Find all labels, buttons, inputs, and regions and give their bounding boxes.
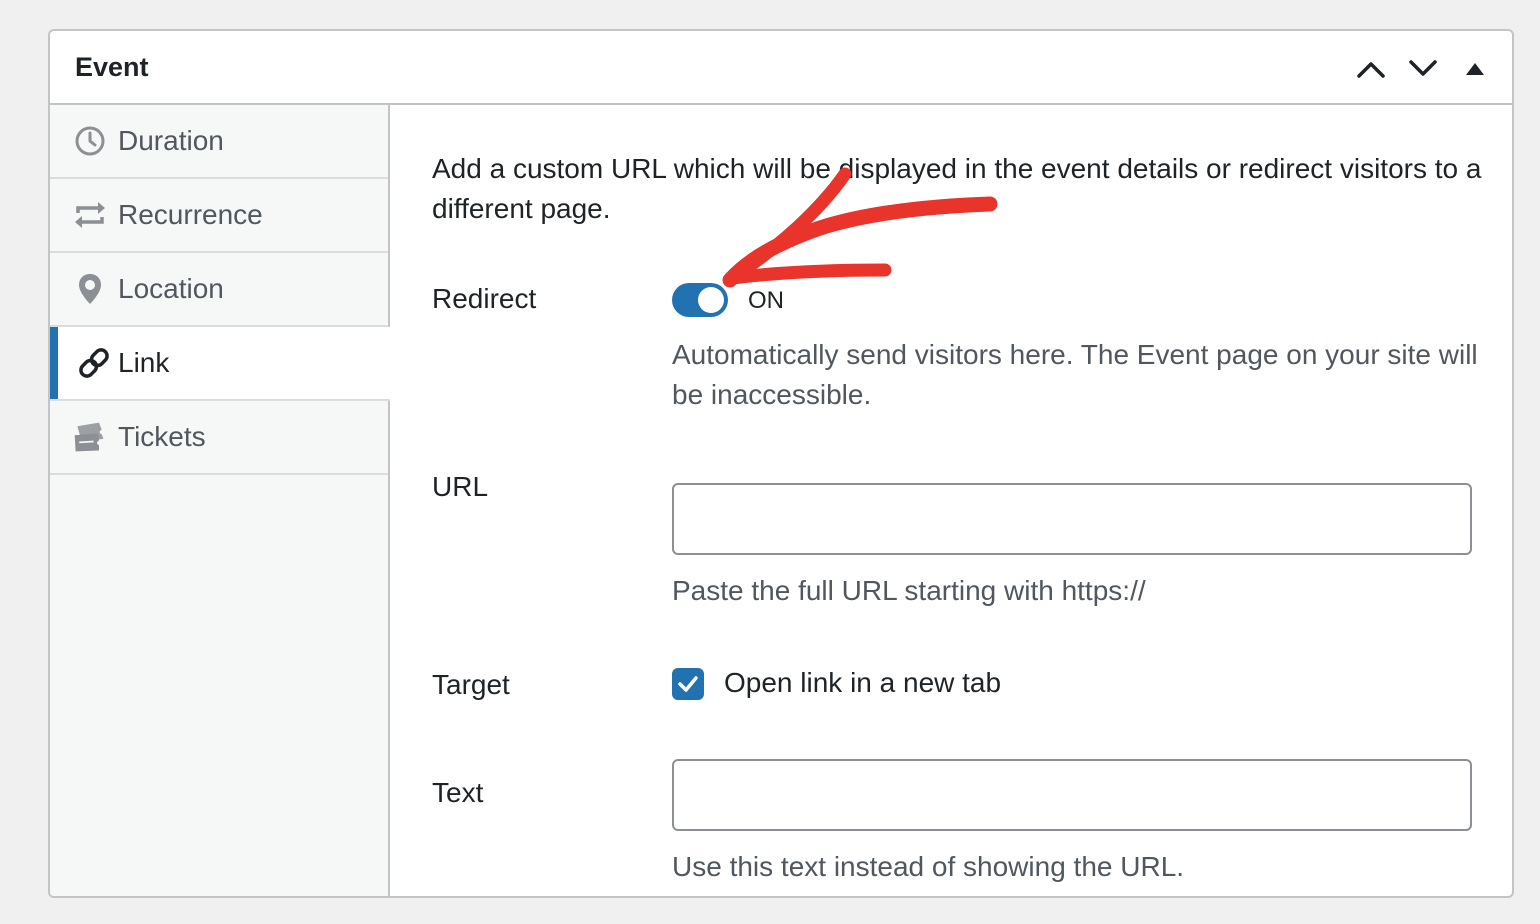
open-new-tab-checkbox[interactable] — [672, 668, 704, 700]
sidebar-item-tickets[interactable]: Tickets — [50, 401, 388, 475]
collapse-button[interactable] — [1452, 49, 1498, 89]
open-new-tab-label[interactable]: Open link in a new tab — [724, 667, 1001, 699]
url-label: URL — [432, 471, 489, 502]
repeat-icon — [72, 197, 108, 233]
url-input[interactable] — [672, 483, 1472, 555]
toggle-state-text: ON — [748, 287, 784, 314]
tickets-icon — [72, 419, 108, 455]
sidebar: Duration Recurrence Location Link Ticket… — [50, 105, 390, 896]
sidebar-item-label: Duration — [118, 125, 224, 156]
url-description: Paste the full URL starting with https:/… — [672, 575, 1146, 606]
intro-text: Add a custom URL which will be displayed… — [432, 153, 1482, 224]
sidebar-item-link[interactable]: Link — [50, 327, 390, 401]
chevron-down-icon — [1409, 60, 1437, 76]
text-description: Use this text instead of showing the URL… — [672, 851, 1185, 882]
sidebar-item-label: Link — [118, 347, 170, 378]
triangle-up-icon — [1466, 63, 1484, 75]
panel-title: Event — [75, 51, 149, 82]
sidebar-item-recurrence[interactable]: Recurrence — [50, 179, 388, 253]
panel-header-actions — [1348, 49, 1498, 89]
sidebar-item-location[interactable]: Location — [50, 253, 388, 327]
move-down-button[interactable] — [1400, 49, 1446, 89]
text-label: Text — [432, 777, 484, 808]
redirect-toggle[interactable] — [672, 283, 728, 317]
link-icon — [76, 345, 112, 381]
event-panel: Event Duration Recurrence Location Link … — [48, 29, 1514, 898]
redirect-description: Automatically send visitors here. The Ev… — [672, 339, 1478, 410]
chevron-up-icon — [1357, 62, 1385, 78]
redirect-label: Redirect — [432, 283, 537, 314]
clock-icon — [72, 123, 108, 159]
checkmark-icon — [678, 676, 698, 692]
sidebar-item-label: Tickets — [118, 421, 206, 452]
panel-header: Event — [50, 31, 1512, 105]
sidebar-item-duration[interactable]: Duration — [50, 105, 388, 179]
link-text-input[interactable] — [672, 759, 1472, 831]
sidebar-item-label: Location — [118, 273, 224, 304]
target-label: Target — [432, 669, 510, 700]
move-up-button[interactable] — [1348, 49, 1394, 89]
toggle-knob — [698, 287, 724, 313]
link-settings-content: Add a custom URL which will be displayed… — [392, 105, 1512, 896]
sidebar-item-label: Recurrence — [118, 199, 263, 230]
location-pin-icon — [72, 271, 108, 307]
